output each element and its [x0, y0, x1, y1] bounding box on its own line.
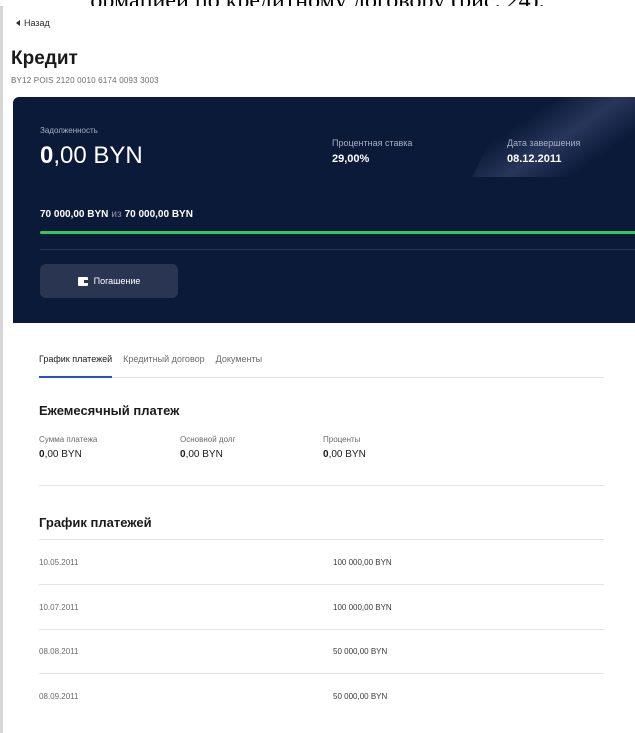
repayment-progress-fill [40, 231, 635, 234]
repayment-progress-text: 70 000,00 BYN из 70 000,00 BYN [40, 209, 193, 220]
repay-button[interactable]: Погашение [40, 264, 178, 298]
rate-value: 29,00% [332, 153, 370, 165]
schedule-title: График платежей [39, 515, 152, 530]
card-divider [40, 249, 635, 250]
row-divider [39, 539, 604, 540]
row-amount: 50 000,00 BYN [333, 692, 388, 701]
back-link[interactable]: Назад [16, 18, 50, 28]
row-amount: 100 000,00 BYN [333, 558, 392, 567]
row-amount: 50 000,00 BYN [333, 647, 388, 656]
loan-card: Задолженность 0,00 BYN Процентная ставка… [13, 97, 635, 323]
tab-bar: График платежей Кредитный договор Докуме… [39, 351, 604, 378]
row-divider [39, 584, 604, 585]
debt-amount: 0,00 BYN [40, 142, 143, 169]
row-date: 08.08.2011 [39, 647, 79, 656]
row-date: 10.07.2011 [39, 603, 79, 612]
repay-button-label: Погашение [93, 276, 141, 286]
end-date-label: Дата завершения [507, 138, 581, 148]
tab-documents[interactable]: Документы [216, 351, 262, 377]
debt-label: Задолженность [40, 126, 98, 135]
app-window: Назад Кредит BY12 POIS 2120 0010 6174 00… [0, 6, 635, 733]
schedule-row: 08.09.2011 50 000,00 BYN [39, 692, 604, 701]
back-label: Назад [24, 18, 50, 28]
page-title: Кредит [11, 48, 78, 69]
row-date: 10.05.2011 [39, 558, 79, 567]
row-amount: 100 000,00 BYN [333, 603, 392, 612]
schedule-row: 10.07.2011 100 000,00 BYN [39, 603, 604, 612]
row-divider [39, 629, 604, 630]
end-date-value: 08.12.2011 [507, 153, 562, 165]
repayment-progress-bar [40, 231, 635, 234]
rate-label: Процентная ставка [332, 138, 413, 148]
tab-payment-schedule[interactable]: График платежей [39, 351, 113, 378]
section-divider [39, 485, 604, 486]
row-date: 08.09.2011 [39, 692, 79, 701]
interest: Проценты 0,00 BYN [323, 435, 366, 460]
card-decoration [472, 97, 635, 177]
schedule-row: 10.05.2011 100 000,00 BYN [39, 558, 604, 567]
wallet-icon [77, 276, 88, 286]
tab-credit-agreement[interactable]: Кредитный договор [123, 351, 204, 377]
row-divider [39, 673, 604, 674]
payment-sum: Сумма платежа 0,00 BYN [39, 435, 98, 460]
back-arrow-icon [16, 20, 20, 26]
principal-debt: Основной долг 0,00 BYN [180, 435, 236, 460]
account-number: BY12 POIS 2120 0010 6174 0093 3003 [11, 76, 159, 85]
schedule-row: 08.08.2011 50 000,00 BYN [39, 647, 604, 656]
monthly-payment-title: Ежемесячный платеж [39, 403, 180, 418]
